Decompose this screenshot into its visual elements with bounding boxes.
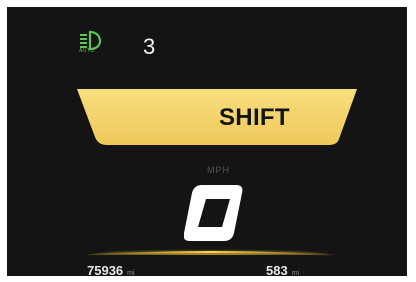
speed-unit-label: MPH [207,165,230,175]
speed-value: 0 [184,185,243,241]
speed-value-text: 0 [215,222,216,224]
shift-banner [77,89,357,145]
range-unit: mi [291,270,300,276]
odometer-unit: mi [127,270,135,276]
gear-indicator: 3 [143,34,156,59]
odometer-value: 75936 [87,263,124,276]
odometer: 75936 mi [87,263,135,276]
shift-label: SHIFT [219,104,290,131]
headlight-mode-label: AUTO [79,48,95,54]
instrument-cluster-display: AUTO 3 SHIFT MPH 0 75936 mi 583 mi [7,7,407,276]
range-readout: 583 mi [266,263,299,276]
speed-arc-glow [85,245,335,256]
range-value: 583 [266,263,288,276]
